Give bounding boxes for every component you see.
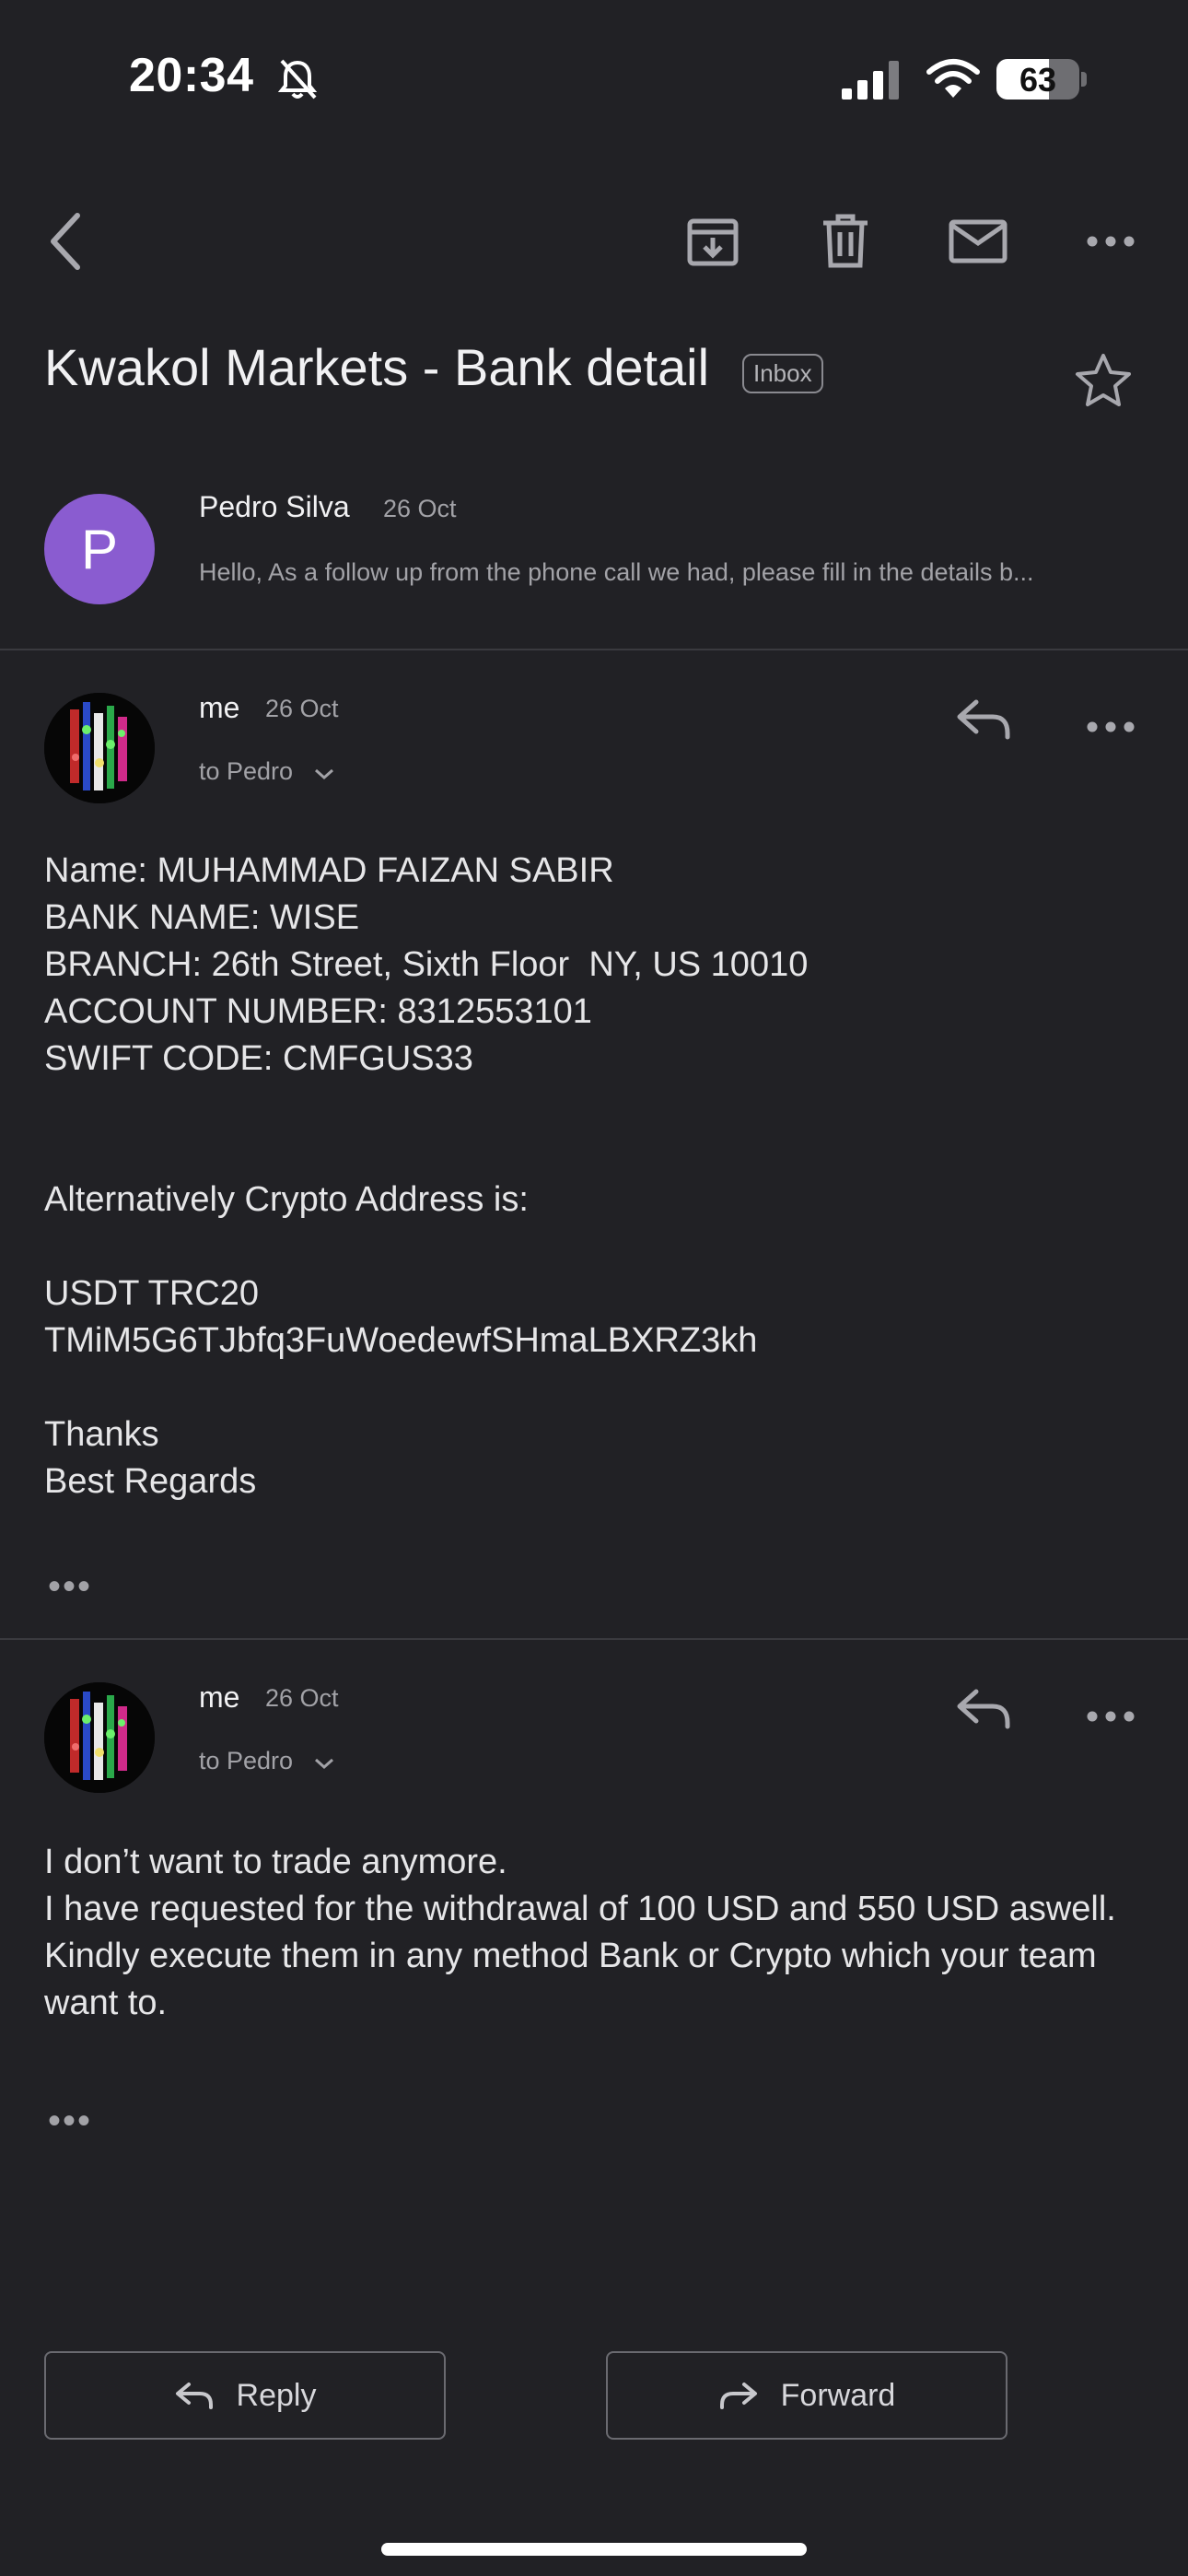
reply-button[interactable] — [954, 1686, 1013, 1735]
battery-indicator: 63 — [996, 59, 1079, 100]
delete-button[interactable] — [809, 205, 882, 278]
chevron-down-icon — [314, 768, 333, 780]
more-horizontal-icon — [1087, 721, 1135, 732]
sender-name: me — [199, 1680, 240, 1714]
silent-bell-icon — [276, 57, 319, 106]
avatar — [44, 693, 155, 803]
recipient-line: to Pedro — [199, 757, 294, 785]
recipient-details-toggle[interactable]: to Pedro — [199, 1747, 335, 1775]
more-options-button[interactable] — [1074, 205, 1147, 278]
reply-label: Reply — [236, 2377, 317, 2413]
trash-icon — [823, 214, 868, 268]
message-body: Name: MUHAMMAD FAIZAN SABIR BANK NAME: W… — [44, 851, 809, 1501]
archive-icon — [687, 218, 739, 266]
message-more-button[interactable] — [1087, 1710, 1135, 1727]
reply-icon — [957, 699, 1010, 740]
mark-unread-button[interactable] — [941, 205, 1015, 278]
chevron-down-icon — [314, 1758, 333, 1770]
status-time: 20:34 — [129, 49, 254, 102]
message-preview[interactable]: Hello, As a follow up from the phone cal… — [199, 558, 1034, 587]
message-date: 26 Oct — [383, 495, 457, 522]
star-button[interactable] — [1074, 352, 1133, 412]
star-icon — [1076, 354, 1131, 406]
message-date: 26 Oct — [265, 1684, 339, 1712]
divider — [0, 1638, 1188, 1640]
message-body: I don’t want to trade anymore. I have re… — [44, 1843, 1116, 2022]
sender-name: me — [199, 691, 240, 724]
sender-avatar: P — [44, 494, 155, 604]
reply-icon — [175, 2383, 213, 2409]
show-trimmed-content-button[interactable]: ••• — [48, 1566, 92, 1608]
back-button[interactable] — [28, 205, 101, 278]
reply-button[interactable] — [954, 697, 1013, 745]
reply-all-bottom-button[interactable]: Reply — [44, 2351, 446, 2440]
forward-button[interactable]: Forward — [606, 2351, 1007, 2440]
more-horizontal-icon — [1087, 236, 1135, 247]
forward-label: Forward — [780, 2377, 896, 2413]
cellular-signal-icon — [840, 61, 904, 104]
divider — [0, 649, 1188, 650]
show-trimmed-content-button[interactable]: ••• — [48, 2101, 92, 2142]
inbox-label-badge[interactable]: Inbox — [742, 354, 823, 393]
battery-percentage: 63 — [1019, 61, 1057, 99]
reply-icon — [957, 1689, 1010, 1729]
avatar — [44, 1682, 155, 1793]
recipient-line: to Pedro — [199, 1747, 294, 1774]
message-more-button[interactable] — [1087, 720, 1135, 737]
wifi-icon — [925, 57, 982, 104]
mail-icon — [949, 219, 1007, 263]
email-subject: Kwakol Markets - Bank detail — [44, 338, 710, 396]
message-date: 26 Oct — [265, 695, 339, 722]
more-horizontal-icon — [1087, 1711, 1135, 1722]
battery-nub — [1081, 72, 1087, 87]
archive-button[interactable] — [676, 205, 750, 278]
recipient-details-toggle[interactable]: to Pedro — [199, 757, 335, 786]
sender-name: Pedro Silva — [199, 490, 350, 523]
home-indicator[interactable] — [381, 2543, 807, 2556]
forward-icon — [719, 2383, 757, 2409]
